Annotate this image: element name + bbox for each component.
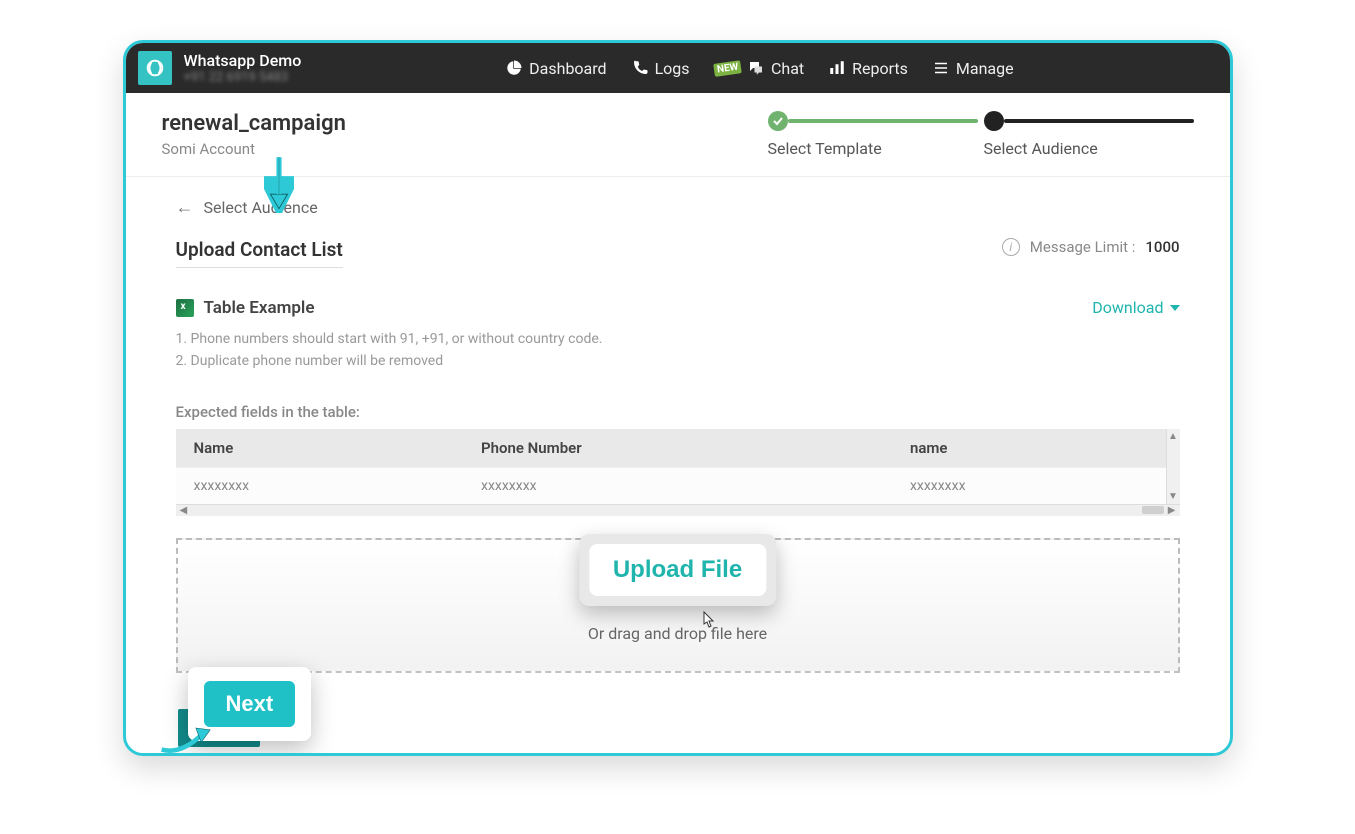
table-row: xxxxxxxx xxxxxxxx xxxxxxxx [176,467,1180,504]
message-limit: i Message Limit : 1000 [1002,238,1180,256]
next-button[interactable]: Next [204,681,296,727]
upload-file-button[interactable]: Upload File [591,546,764,594]
scroll-thumb[interactable] [1142,506,1164,514]
info-icon: i [1002,238,1020,256]
scroll-left-icon[interactable]: ◀ [180,505,188,516]
phone-icon [631,59,649,77]
nav-manage-label: Manage [956,59,1014,78]
col-phone: Phone Number [463,429,892,468]
page-header: renewal_campaign Somi Account Select Tem… [126,93,1230,177]
note-2: 2. Duplicate phone number will be remove… [176,350,603,372]
nav-manage[interactable]: Manage [932,59,1014,78]
next-callout: Next [188,667,312,741]
step-connector-2 [1004,119,1194,123]
example-table-wrap: Name Phone Number name xxxxxxxx xxxxxxxx… [176,429,1180,516]
progress-stepper: Select Template Select Audience [768,111,1194,158]
hamburger-icon [932,59,950,77]
main-content: ← Select Audience Upload Contact List i … [126,177,1230,753]
col-name: Name [176,429,464,468]
step1-dot-complete-icon [768,111,788,131]
vertical-scrollbar[interactable]: ▲ ▼ [1166,429,1180,504]
nav-reports-label: Reports [852,59,908,78]
step-connector-1 [788,119,978,123]
scroll-right-icon[interactable]: ▶ [1168,505,1176,516]
table-example-title: Table Example [204,298,315,318]
nav-logs-label: Logs [655,59,690,78]
step2-dot-active-icon [984,111,1004,131]
scroll-down-icon[interactable]: ▼ [1168,491,1178,502]
nav-dashboard-label: Dashboard [529,59,606,78]
nav-reports[interactable]: Reports [828,59,908,78]
cell-name2: xxxxxxxx [892,467,1180,504]
chat-icon [747,59,765,77]
back-link[interactable]: ← Select Audience [176,197,1180,218]
section-title: Upload Contact List [176,238,343,268]
limit-value: 1000 [1145,238,1179,256]
limit-label: Message Limit : [1030,238,1136,256]
drag-drop-text: Or drag and drop file here [588,624,767,643]
back-label: Select Audience [204,198,318,217]
new-badge: NEW [713,60,742,77]
col-name2: name [892,429,1180,468]
campaign-name: renewal_campaign [162,111,346,136]
upload-callout: Upload File [579,534,776,606]
example-table: Name Phone Number name xxxxxxxx xxxxxxxx… [176,429,1180,504]
nav-logs[interactable]: Logs [631,59,690,78]
cell-phone: xxxxxxxx [463,467,892,504]
step2-label: Select Audience [984,139,1098,158]
nav-dashboard[interactable]: Dashboard [505,59,606,78]
table-header-row: Name Phone Number name [176,429,1180,468]
account-name: Somi Account [162,140,346,158]
cell-name: xxxxxxxx [176,467,464,504]
pie-icon [505,59,523,77]
arrow-left-icon: ← [176,197,194,218]
expected-fields-label: Expected fields in the table: [176,403,1180,421]
download-label: Download [1092,298,1163,317]
brand-logo-icon [138,51,172,85]
step1-label: Select Template [768,139,882,158]
horizontal-scrollbar[interactable]: ◀ ▶ [176,504,1180,516]
brand-title: Whatsapp Demo [184,51,302,70]
chart-icon [828,59,846,77]
excel-icon [176,299,194,317]
brand-phone: +91 22 6919 5483 [184,70,302,86]
cursor-pointer-icon [698,610,718,639]
file-dropzone[interactable]: Upload File Or drag and drop file here [176,538,1180,673]
nav-chat-label: Chat [771,59,804,78]
note-1: 1. Phone numbers should start with 91, +… [176,328,603,350]
scroll-up-icon[interactable]: ▲ [1168,431,1178,442]
download-link[interactable]: Download [1092,298,1179,317]
chevron-down-icon [1170,305,1180,311]
nav-chat[interactable]: NEW Chat [714,59,805,78]
app-frame: Whatsapp Demo +91 22 6919 5483 Dashboard… [123,40,1233,756]
top-navbar: Whatsapp Demo +91 22 6919 5483 Dashboard… [126,43,1230,93]
